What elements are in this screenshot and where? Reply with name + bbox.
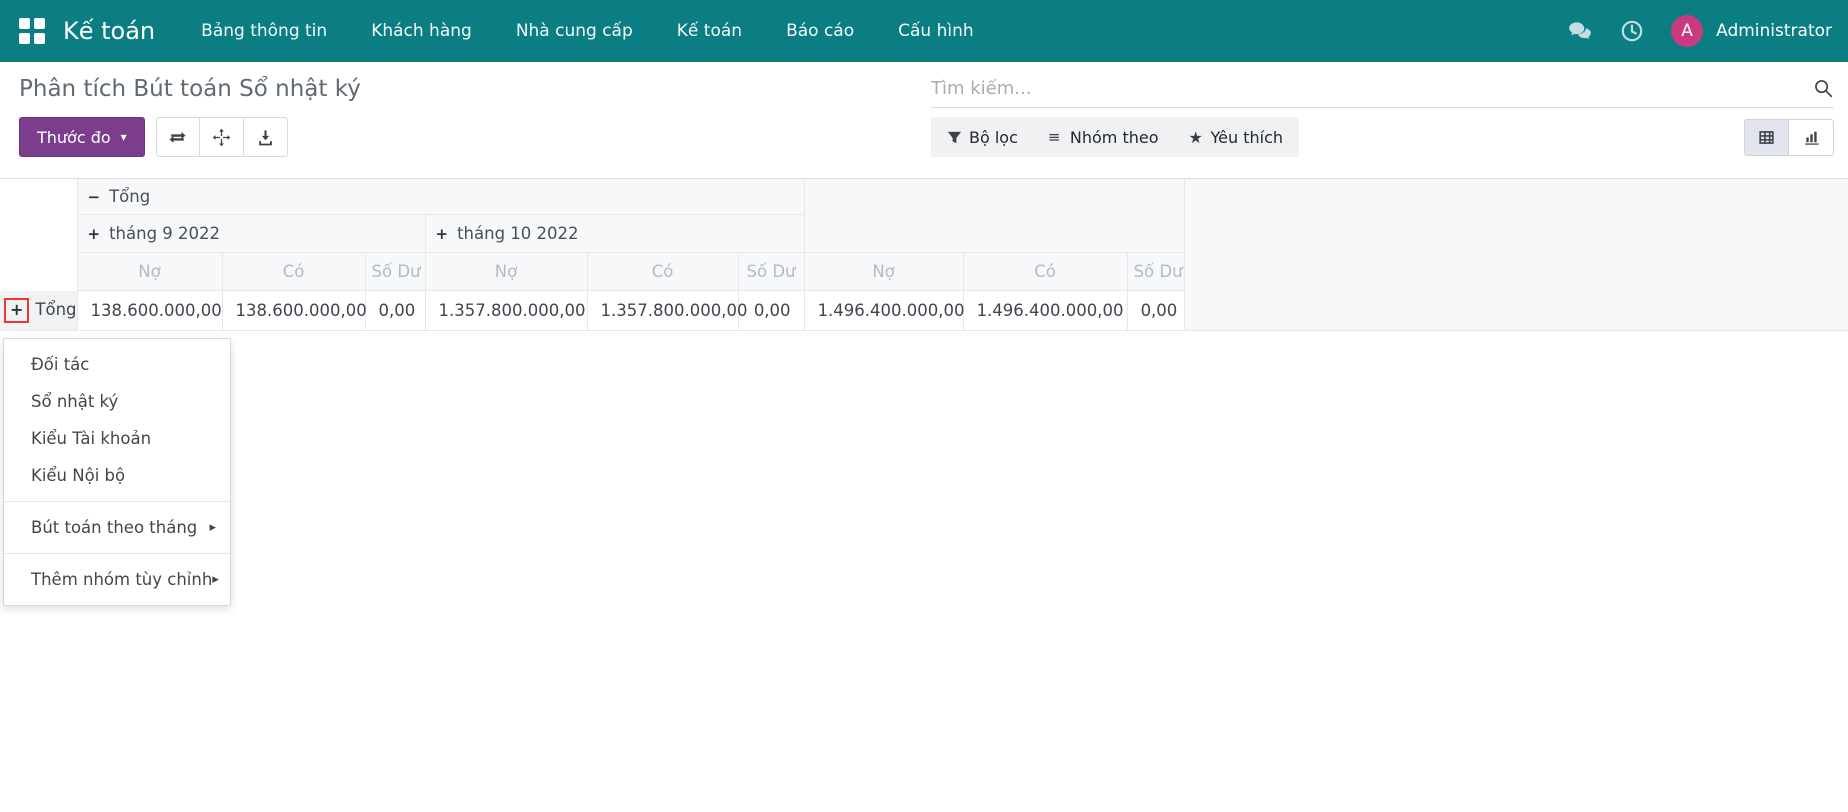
menu-vendors[interactable]: Nhà cung cấp [516, 21, 633, 41]
menu-accounting[interactable]: Kế toán [677, 21, 742, 41]
measure-header-debit[interactable]: Nợ [76, 252, 222, 291]
menu-item-partner[interactable]: Đối tác [4, 346, 230, 383]
expand-plus-icon[interactable]: + [436, 225, 449, 243]
total-columns-header-spacer [803, 179, 1185, 253]
cell-m10-balance[interactable]: 0,00 [737, 290, 805, 331]
expand-row-plus-icon[interactable]: + [4, 297, 30, 323]
cell-m10-credit[interactable]: 1.357.800.000,00 [586, 290, 747, 331]
row-filler [1183, 290, 1848, 331]
exchange-icon [169, 131, 186, 143]
search-bar [931, 77, 1834, 108]
avatar[interactable]: A [1671, 15, 1704, 47]
measure-header-balance[interactable]: Số Dư [737, 252, 805, 291]
menu-divider [4, 501, 230, 502]
measure-header-debit[interactable]: Nợ [803, 252, 964, 291]
menu-item-internal-type[interactable]: Kiểu Nội bộ [4, 457, 230, 494]
cell-m10-debit[interactable]: 1.357.800.000,00 [424, 290, 587, 331]
header-filler [1183, 179, 1848, 291]
col-group-month-10-2022[interactable]: + tháng 10 2022 [424, 214, 805, 253]
bar-chart-icon [1804, 131, 1819, 145]
menu-reports[interactable]: Báo cáo [786, 21, 854, 41]
submenu-arrow-icon: ▸ [212, 572, 219, 587]
pivot-view-button[interactable] [1744, 119, 1789, 156]
main-menu: Bảng thông tin Khách hàng Nhà cung cấp K… [201, 21, 973, 41]
apps-grid-icon[interactable] [19, 18, 45, 44]
col-group-month-9-2022[interactable]: + tháng 9 2022 [76, 214, 425, 253]
pivot-grid-icon [1759, 131, 1774, 144]
row-header-total[interactable]: + Tổng [0, 290, 77, 331]
favorites-button[interactable]: ★ Yêu thích [1189, 128, 1284, 147]
cell-m9-debit[interactable]: 138.600.000,00 [76, 290, 222, 331]
move-arrows-icon [212, 128, 230, 146]
menu-item-account-type[interactable]: Kiểu Tài khoản [4, 420, 230, 457]
messages-icon[interactable] [1567, 18, 1593, 44]
collapse-minus-icon[interactable]: − [88, 188, 101, 206]
download-button[interactable] [243, 117, 288, 157]
measures-button[interactable]: Thước đo ▾ [19, 117, 145, 157]
menu-configuration[interactable]: Cấu hình [898, 21, 974, 41]
chevron-down-icon: ▾ [120, 130, 127, 144]
groupby-dropdown-menu: Đối tác Sổ nhật ký Kiểu Tài khoản Kiểu N… [3, 338, 231, 606]
menu-item-add-custom-group[interactable]: Thêm nhóm tùy chỉnh ▸ [4, 561, 230, 598]
group-by-icon: ≡ [1047, 127, 1061, 146]
expand-all-button[interactable] [199, 117, 244, 157]
menu-customers[interactable]: Khách hàng [371, 21, 472, 41]
control-panel: Phân tích Bút toán Sổ nhật ký Thước đo ▾ [0, 62, 1848, 157]
cell-total-debit[interactable]: 1.496.400.000,00 [803, 290, 965, 331]
expand-plus-icon[interactable]: + [88, 225, 101, 243]
menu-item-entries-by-month[interactable]: Bút toán theo tháng ▸ [4, 509, 230, 546]
bar-chart-view-button[interactable] [1789, 119, 1834, 156]
measure-header-balance[interactable]: Số Dư [364, 252, 425, 291]
search-options-bar: Bộ lọc ≡ Nhóm theo ★ Yêu thích [931, 117, 1300, 157]
flip-axis-button[interactable] [155, 117, 200, 157]
page-title: Phân tích Bút toán Sổ nhật ký [19, 76, 361, 102]
col-group-total[interactable]: − Tổng [76, 179, 805, 215]
submenu-arrow-icon: ▸ [209, 520, 216, 535]
filter-funnel-icon [947, 131, 962, 143]
menu-item-journal[interactable]: Sổ nhật ký [4, 383, 230, 420]
group-by-button[interactable]: ≡ Nhóm theo [1048, 128, 1159, 147]
view-switcher [1744, 119, 1834, 156]
menu-dashboard[interactable]: Bảng thông tin [201, 21, 327, 41]
measure-header-balance[interactable]: Số Dư [1126, 252, 1185, 291]
cell-m9-credit[interactable]: 138.600.000,00 [221, 290, 367, 331]
pivot-table-area: − Tổng + tháng 9 2022 + tháng 10 2022 Nợ Có… [0, 178, 1848, 331]
app-brand[interactable]: Kế toán [63, 17, 155, 45]
username: Administrator [1716, 21, 1832, 41]
top-navbar: Kế toán Bảng thông tin Khách hàng Nhà cu… [0, 0, 1848, 62]
measure-header-credit[interactable]: Có [221, 252, 365, 291]
user-menu[interactable]: A Administrator [1671, 15, 1832, 47]
search-input[interactable] [931, 77, 1812, 99]
cell-total-credit[interactable]: 1.496.400.000,00 [962, 290, 1128, 331]
search-icon[interactable] [1812, 77, 1834, 99]
star-icon: ★ [1188, 127, 1203, 147]
pivot-corner-cell [0, 179, 77, 291]
measure-header-credit[interactable]: Có [962, 252, 1128, 291]
filters-button[interactable]: Bộ lọc [947, 128, 1018, 147]
cell-total-balance[interactable]: 0,00 [1126, 290, 1185, 331]
table-row-total: + Tổng 138.600.000,00 138.600.000,00 0,00… [0, 290, 1848, 331]
download-icon [258, 129, 272, 145]
measure-header-credit[interactable]: Có [586, 252, 738, 291]
menu-divider [4, 553, 230, 554]
measure-header-debit[interactable]: Nợ [424, 252, 587, 291]
activity-clock-icon[interactable] [1619, 18, 1645, 44]
pivot-table: − Tổng + tháng 9 2022 + tháng 10 2022 Nợ Có… [0, 179, 1848, 331]
cell-m9-balance[interactable]: 0,00 [364, 290, 425, 331]
